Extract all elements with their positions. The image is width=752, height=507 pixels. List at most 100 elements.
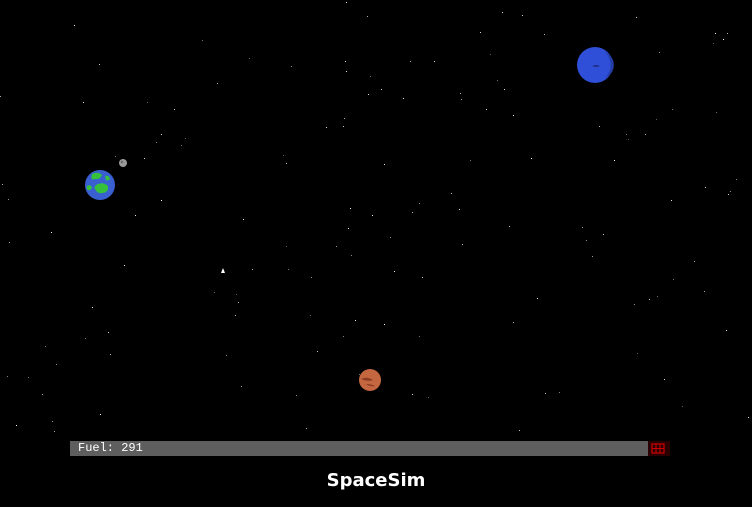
star [283,155,284,156]
star [628,139,629,140]
star [359,374,360,375]
star [713,43,714,44]
star [412,394,413,395]
star [586,240,587,241]
star [748,417,749,418]
star [249,58,250,59]
star [451,193,452,194]
star [348,228,349,229]
star [659,52,660,53]
star [350,208,351,209]
star [673,279,674,280]
star [235,315,236,316]
star [480,32,481,33]
star [351,255,352,256]
star [99,64,100,65]
star [147,102,148,103]
star [723,39,724,40]
space-view[interactable] [0,0,752,440]
star [403,98,404,99]
star [108,332,109,333]
star [656,119,657,120]
star [367,16,368,17]
star [664,379,665,380]
star [2,184,3,185]
star [202,40,203,41]
star [92,307,93,308]
star [704,291,705,292]
star [502,12,503,13]
star [217,83,218,84]
star [730,191,731,192]
star [252,269,253,270]
star [649,299,650,300]
star [384,164,385,165]
star [288,269,289,270]
star [384,324,385,325]
star [637,353,638,354]
star [85,338,86,339]
star [135,215,136,216]
star [657,296,658,297]
star [343,126,344,127]
star [181,145,182,146]
star [459,209,460,210]
fuel-indicator-icon [648,441,670,456]
star [509,226,510,227]
star [419,336,420,337]
star [214,292,215,293]
star [470,160,471,161]
star [74,25,75,26]
star [238,302,239,303]
star [286,246,287,247]
star [504,89,505,90]
star [671,200,672,201]
blue-planet-icon [577,47,614,83]
moon-icon [119,159,127,167]
star [56,364,57,365]
star [726,330,727,331]
star [174,109,175,110]
star [645,134,646,135]
fuel-readout: Fuel: 291 [78,441,143,455]
star [545,393,546,394]
star [7,376,8,377]
star [599,126,600,127]
star [490,54,491,55]
star [728,194,729,195]
star [422,277,423,278]
star [410,61,411,62]
star [346,2,347,3]
spaceship-icon [221,268,225,273]
star [582,227,583,228]
star [355,320,356,321]
star [9,242,10,243]
star [124,265,125,266]
star [236,294,237,295]
game-root[interactable]: Fuel: 291 SpaceSim [0,0,752,507]
star [54,431,55,432]
star [694,261,695,262]
star [243,219,244,220]
star [52,421,53,422]
star [419,203,420,204]
star [626,134,627,135]
star [381,89,382,90]
star [537,298,538,299]
star [519,430,520,431]
star [45,346,46,347]
star [592,256,593,257]
star [144,158,145,159]
star [559,392,560,393]
star [100,414,101,415]
star [716,112,717,113]
star [241,386,242,387]
star [306,428,307,429]
star [310,315,311,316]
star [115,156,116,157]
star [513,322,514,323]
fuel-bar: Fuel: 291 [70,441,670,456]
mars-planet-icon [359,369,381,391]
star [161,134,162,135]
earth-planet-icon [85,170,115,200]
